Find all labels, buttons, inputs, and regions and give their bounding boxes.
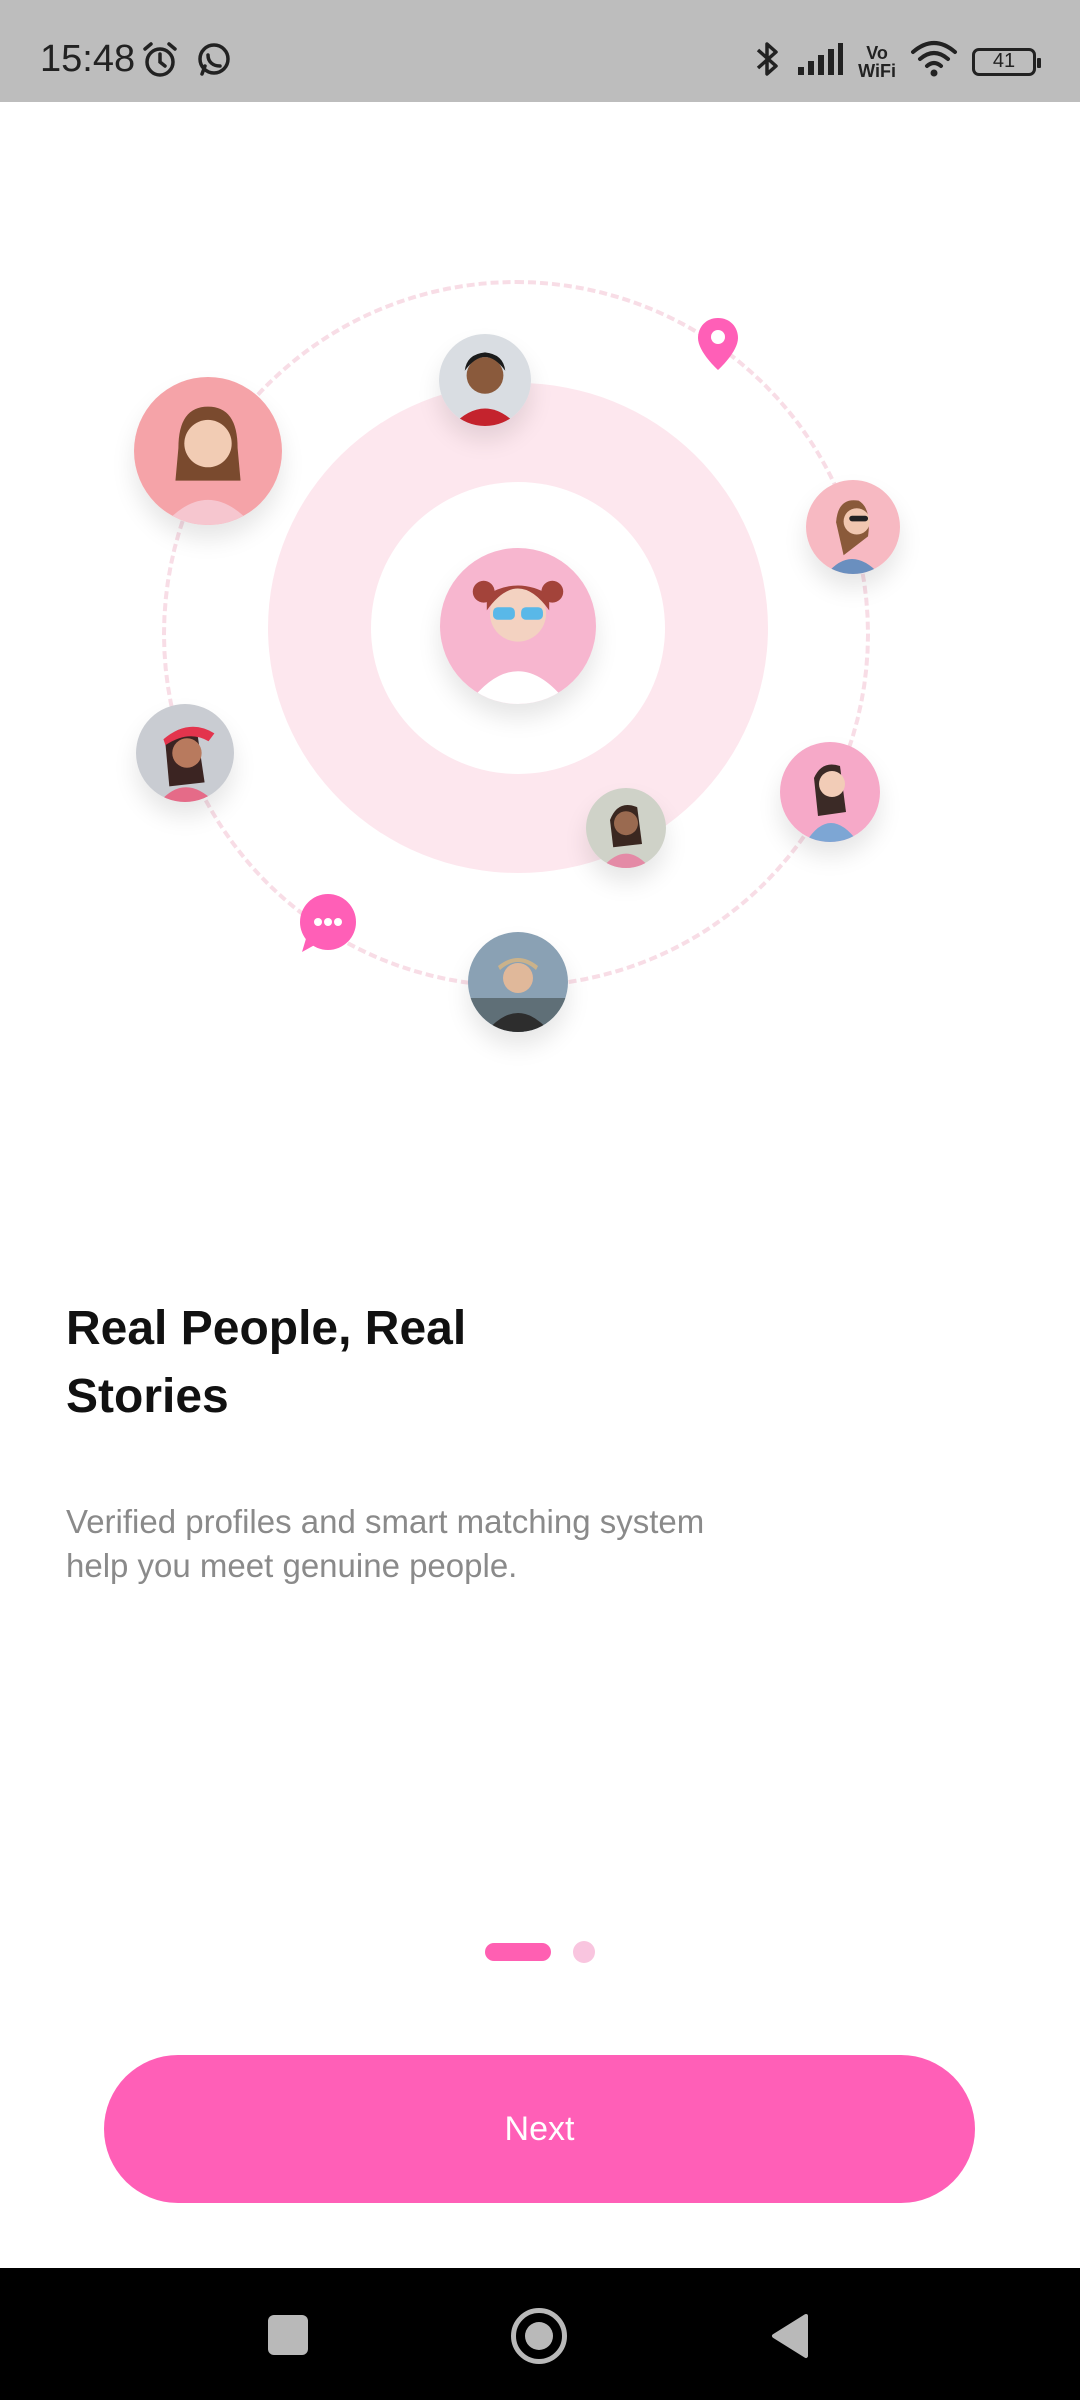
home-icon[interactable] [511, 2308, 567, 2364]
whatsapp-icon [194, 40, 234, 85]
back-icon[interactable] [770, 2312, 810, 2360]
status-left-icons [140, 40, 234, 85]
onboarding-title: Real People, Real Stories [66, 1302, 467, 1423]
bluetooth-icon [752, 38, 782, 85]
battery-level: 41 [992, 50, 1016, 72]
avatar-right-bottom [780, 742, 880, 842]
vowifi-bottom: WiFi [858, 60, 896, 81]
recent-apps-icon[interactable] [268, 2315, 308, 2355]
avatar-left [136, 704, 234, 802]
signal-icon [796, 41, 844, 82]
status-right-icons: Vo WiFi 41 [752, 38, 1041, 85]
vowifi-icon: Vo WiFi [858, 44, 896, 80]
avatar-right-top [806, 480, 900, 574]
page-indicator [485, 1941, 595, 1963]
vowifi-top: Vo [866, 42, 888, 63]
onboarding-illustration [0, 102, 1080, 1102]
navigation-bar [0, 2268, 1080, 2400]
next-button[interactable]: Next [104, 2055, 975, 2203]
page-indicator-dot-active [485, 1943, 551, 1961]
chat-bubble-icon [294, 892, 358, 956]
avatar-top-left [134, 377, 282, 525]
avatar-inner-right [586, 788, 666, 868]
avatar-bottom [468, 932, 568, 1032]
location-pin-icon [694, 316, 742, 372]
page-indicator-dot [573, 1941, 595, 1963]
avatar-top [439, 334, 531, 426]
status-bar: 15:48 Vo WiFi 41 [0, 0, 1080, 102]
wifi-icon [910, 40, 958, 83]
onboarding-description: Verified profiles and smart matching sys… [66, 1503, 705, 1584]
avatar-center [440, 548, 596, 704]
alarm-icon [140, 40, 180, 85]
battery-icon: 41 [972, 47, 1041, 76]
status-time: 15:48 [40, 38, 136, 80]
